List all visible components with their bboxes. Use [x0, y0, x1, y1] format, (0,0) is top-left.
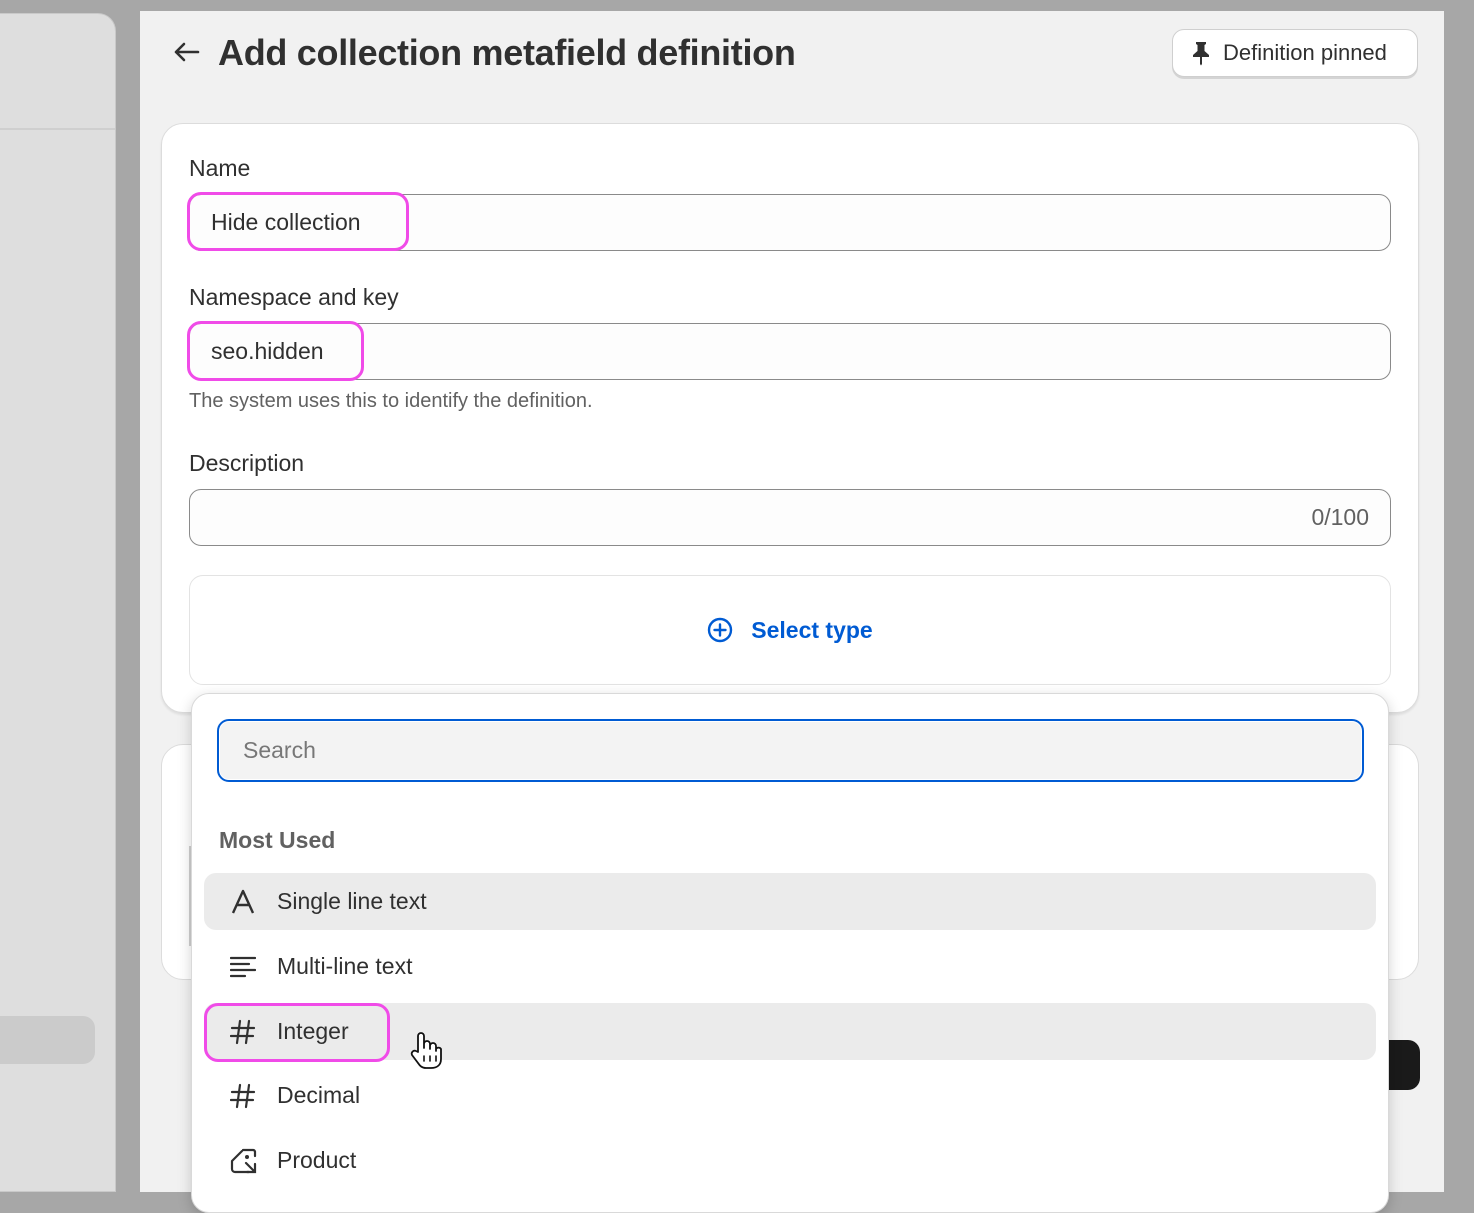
namespace-key-input[interactable]: seo.hidden: [189, 323, 1391, 380]
option-multi-line-text[interactable]: Multi-line text: [204, 938, 1376, 995]
back-button[interactable]: [170, 36, 202, 68]
select-type-button[interactable]: Select type: [189, 575, 1391, 685]
namespace-help-text: The system uses this to identify the def…: [189, 390, 593, 412]
namespace-label: Namespace and key: [189, 284, 399, 310]
hand-pointer-cursor-icon: [410, 1032, 442, 1069]
page-title: Add collection metafield definition: [218, 32, 796, 73]
sidebar-nav-item[interactable]: [0, 1016, 95, 1064]
plus-circle-icon: [708, 617, 733, 643]
pin-button-label: Definition pinned: [1223, 40, 1387, 65]
option-label: Single line text: [277, 888, 427, 914]
hash-icon: [229, 1082, 257, 1110]
text-a-icon: [229, 888, 257, 916]
type-search-input[interactable]: [241, 736, 1362, 765]
type-search-field[interactable]: [217, 719, 1364, 782]
select-type-label: Select type: [751, 616, 873, 643]
product-tag-icon: [229, 1147, 257, 1175]
option-product[interactable]: Product: [204, 1132, 1376, 1189]
arrow-left-icon: [174, 42, 200, 62]
option-decimal[interactable]: Decimal: [204, 1067, 1376, 1124]
pin-icon: [1193, 42, 1209, 66]
sidebar-divider: [0, 128, 115, 130]
most-used-heading: Most Used: [219, 827, 336, 853]
option-single-line-text[interactable]: Single line text: [204, 873, 1376, 930]
option-label: Multi-line text: [277, 953, 413, 979]
name-label: Name: [189, 155, 251, 181]
description-input[interactable]: 0/100: [189, 489, 1391, 546]
definition-pinned-button[interactable]: Definition pinned: [1172, 29, 1418, 77]
option-label: Decimal: [277, 1082, 361, 1108]
option-label: Product: [277, 1147, 357, 1173]
description-counter: 0/100: [1311, 504, 1369, 530]
namespace-highlight-annotation: [187, 321, 364, 381]
description-label: Description: [189, 450, 305, 476]
multiline-icon: [229, 953, 257, 981]
name-highlight-annotation: [187, 192, 409, 251]
integer-highlight-annotation: [204, 1003, 390, 1062]
